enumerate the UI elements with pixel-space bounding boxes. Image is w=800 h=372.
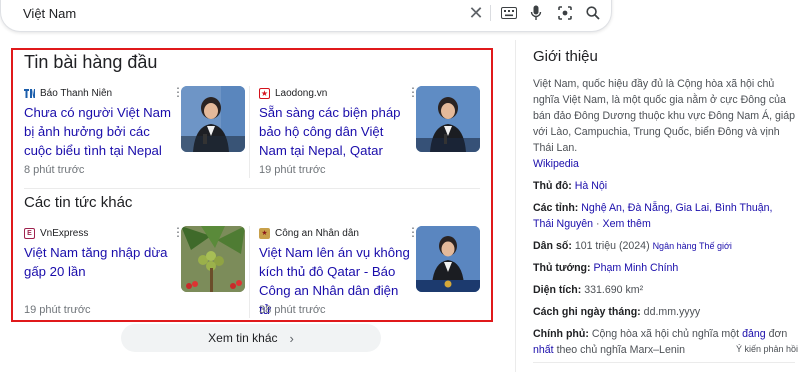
fact-label: Dân số: <box>533 240 572 252</box>
thanhnien-logo-icon <box>24 88 35 99</box>
source-name: Công an Nhân dân <box>275 227 359 239</box>
fact-label: Các tỉnh: <box>533 202 579 214</box>
microphone-icon[interactable] <box>527 4 545 22</box>
fact-label: Thủ tướng: <box>533 262 591 274</box>
lens-icon[interactable] <box>556 4 574 22</box>
gov-text: Cộng hòa xã hội chủ nghĩa một <box>591 328 740 340</box>
news-section: Tin bài hàng đầu Báo Thanh Niên ⋮ Chưa c… <box>11 48 493 322</box>
pm-link[interactable]: Phạm Minh Chính <box>594 262 679 274</box>
panel-separator <box>515 40 516 372</box>
vnexpress-logo-icon: E <box>24 227 35 239</box>
section-divider <box>24 188 480 189</box>
population-value: 101 triệu (2024) <box>574 240 650 252</box>
gov-text: đơn <box>768 328 788 340</box>
card-divider <box>249 86 250 178</box>
gov-text: theo chủ nghĩa Marx–Lenin <box>556 344 685 356</box>
fact-prime-minister: Thủ tướng: Phạm Minh Chính <box>533 260 795 276</box>
wikipedia-link[interactable]: Wikipedia <box>533 158 579 170</box>
fact-capital: Thủ đô: Hà Nội <box>533 178 795 194</box>
top-stories-title: Tin bài hàng đầu <box>24 52 158 72</box>
source-row: ★ Laodong.vn <box>259 86 327 100</box>
news-time: 8 phút trước <box>24 164 85 176</box>
knowledge-panel: Giới thiệu Việt Nam, quốc hiệu đầy đủ là… <box>533 48 795 358</box>
keyboard-icon[interactable] <box>500 4 518 22</box>
laodong-logo-icon: ★ <box>259 87 270 99</box>
fact-date-format: Cách ghi ngày tháng: dd.mm.yyyy <box>533 304 795 320</box>
fact-population: Dân số: 101 triệu (2024) Ngân hàng Thế g… <box>533 238 795 254</box>
single-link[interactable]: nhất <box>533 344 554 356</box>
news-time: 19 phút trước <box>259 164 326 176</box>
search-divider <box>490 5 491 21</box>
see-more-link[interactable]: Xem thêm <box>603 218 651 230</box>
fact-label: Chính phủ: <box>533 328 589 340</box>
fact-label: Thủ đô: <box>533 180 572 192</box>
search-bar: Việt Nam ✕ <box>0 0 612 32</box>
fact-label: Cách ghi ngày tháng: <box>533 306 641 318</box>
search-input[interactable]: Việt Nam <box>23 6 76 21</box>
fact-provinces: Các tỉnh: Nghệ An, Đà Nẵng, Gia Lai, Bìn… <box>533 202 773 230</box>
fact-area: Diện tích: 331.690 km² <box>533 282 795 298</box>
news-thumbnail[interactable] <box>416 86 480 152</box>
more-news-label: Xem tin khác <box>208 331 278 345</box>
panel-description: Việt Nam, quốc hiệu đầy đủ là Cộng hòa x… <box>533 76 795 172</box>
source-name: VnExpress <box>40 227 89 239</box>
news-time: 19 phút trước <box>24 304 91 316</box>
more-news-button[interactable]: Xem tin khác › <box>121 324 381 352</box>
card-divider <box>249 226 250 318</box>
news-headline[interactable]: Sẵn sàng các biện pháp bảo hộ công dân V… <box>259 103 411 160</box>
chevron-right-icon: › <box>289 330 294 346</box>
source-row: E VnExpress <box>24 226 88 240</box>
clear-icon[interactable]: ✕ <box>467 4 485 22</box>
feedback-link[interactable]: Ý kiến phản hồi <box>736 344 798 354</box>
cand-logo-icon: ★ <box>259 227 270 239</box>
fact-label: Diện tích: <box>533 284 582 296</box>
news-thumbnail[interactable] <box>181 226 245 292</box>
source-row: ★ Công an Nhân dân <box>259 226 359 240</box>
news-time: 38 phút trước <box>259 304 326 316</box>
area-value: 331.690 km² <box>584 284 644 296</box>
news-thumbnail[interactable] <box>181 86 245 152</box>
source-name: Laodong.vn <box>275 87 328 99</box>
source-row: Báo Thanh Niên <box>24 86 112 100</box>
news-headline[interactable]: Việt Nam tăng nhập dừa gấp 20 lần <box>24 243 176 281</box>
panel-title: Giới thiệu <box>533 48 598 65</box>
news-thumbnail[interactable] <box>416 226 480 292</box>
date-format-value: dd.mm.yyyy <box>643 306 701 318</box>
news-headline[interactable]: Chưa có người Việt Nam bị ảnh hưởng bởi … <box>24 103 176 160</box>
source-name: Báo Thanh Niên <box>40 87 113 99</box>
world-bank-link[interactable]: Ngân hàng Thế giới <box>653 241 732 251</box>
capital-link[interactable]: Hà Nội <box>575 180 607 192</box>
panel-bottom-divider <box>533 362 795 363</box>
search-icon[interactable] <box>584 4 602 22</box>
description-text: Việt Nam, quốc hiệu đầy đủ là Cộng hòa x… <box>533 78 795 154</box>
party-link[interactable]: đảng <box>742 328 766 340</box>
other-news-title: Các tin tức khác <box>24 194 133 211</box>
